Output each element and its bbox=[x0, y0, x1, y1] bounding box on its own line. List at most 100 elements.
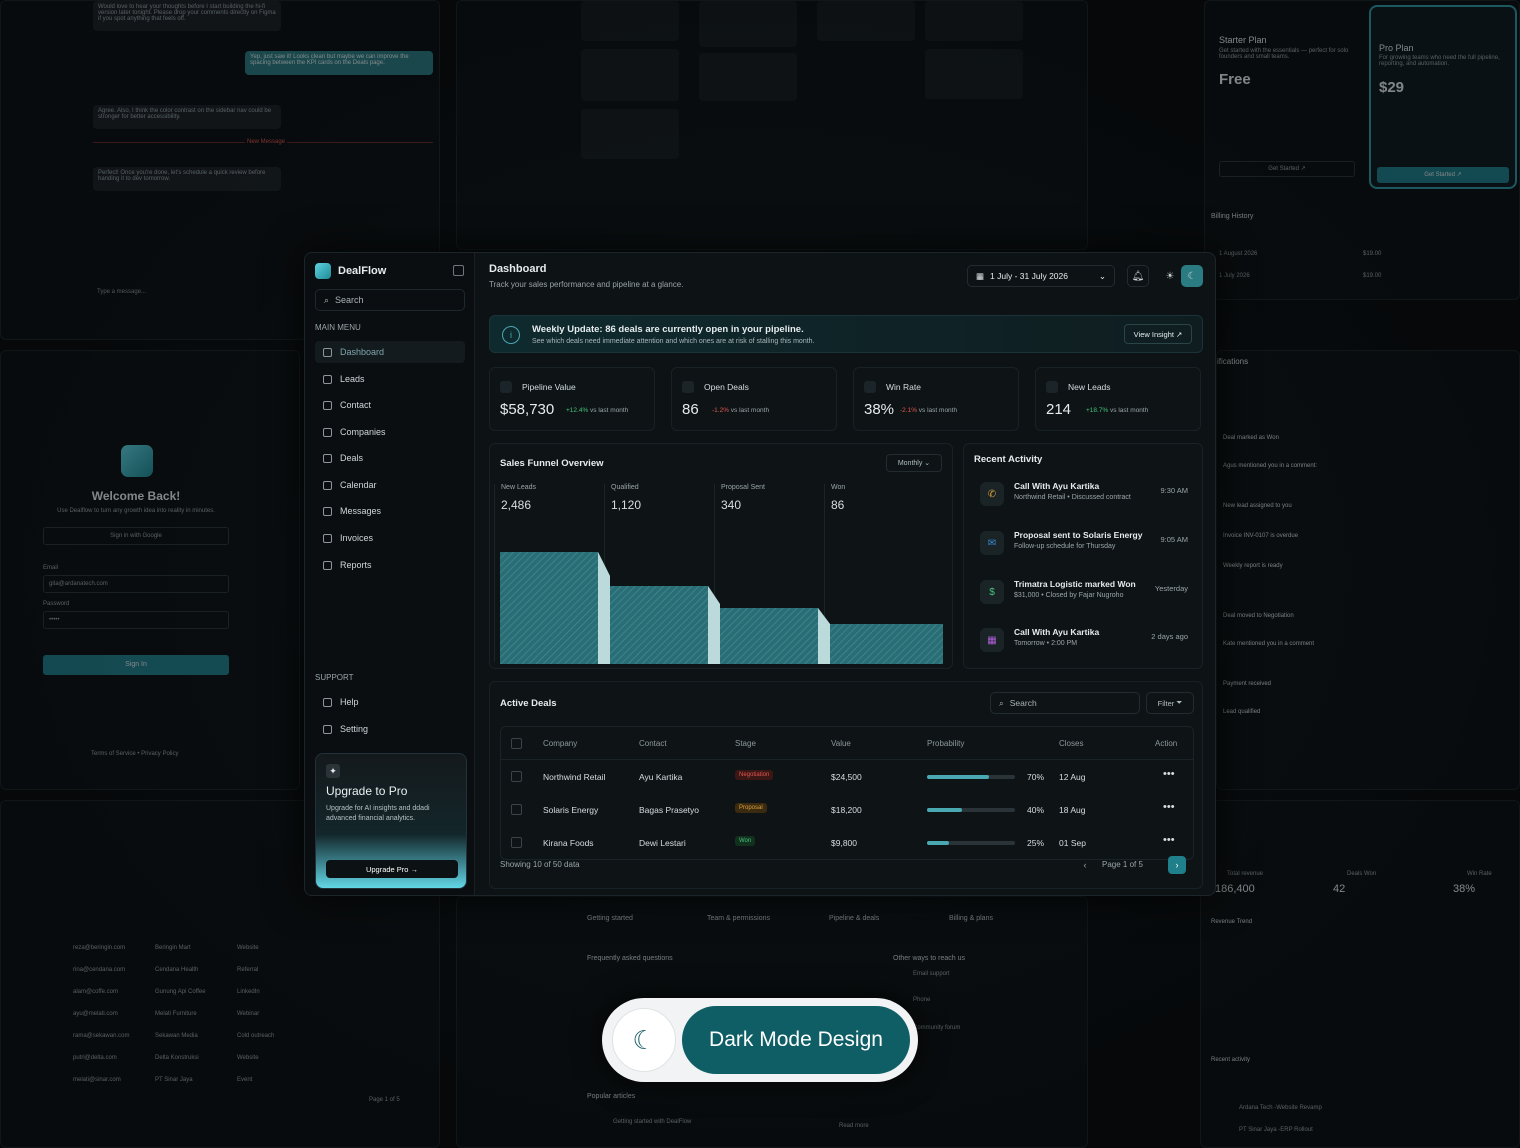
activity-item[interactable]: ✉ Proposal sent to Solaris Energy Follow-… bbox=[974, 525, 1194, 565]
stat-change: +12.4% vs last month bbox=[566, 407, 629, 414]
row-checkbox[interactable] bbox=[511, 837, 522, 848]
sidebar-item-companies[interactable]: Companies bbox=[315, 421, 465, 443]
kanban-card bbox=[699, 53, 797, 101]
sidebar-item-calendar[interactable]: Calendar bbox=[315, 474, 465, 496]
sales-funnel-card: Sales Funnel Overview Monthly ⌄ New Lead… bbox=[489, 443, 953, 669]
login-panel: Welcome Back! Use Dealflow to turn any g… bbox=[0, 350, 300, 790]
notification-item: Deal marked as Won bbox=[1223, 435, 1279, 441]
sparkle-icon: ✦ bbox=[326, 764, 340, 778]
phone-support[interactable]: Phone bbox=[913, 997, 930, 1003]
sidebar-item-dashboard[interactable]: Dashboard bbox=[315, 341, 465, 363]
chat-bubble: Agree. Also, I think the color contrast … bbox=[93, 105, 281, 129]
pro-get-started-button[interactable]: Get Started ↗ bbox=[1377, 167, 1509, 183]
dark-mode-label: Dark Mode Design bbox=[682, 1006, 910, 1074]
starter-get-started-button[interactable]: Get Started ↗ bbox=[1219, 161, 1355, 177]
pro-plan-price: $29 bbox=[1379, 79, 1405, 96]
lead-email: alam@coffe.com bbox=[73, 989, 118, 995]
dark-mode-icon[interactable]: ☾ bbox=[1181, 265, 1203, 287]
message-input[interactable]: Type a message... bbox=[97, 289, 146, 295]
activity-item[interactable]: ✆ Call With Ayu Kartika Northwind Retail … bbox=[974, 476, 1194, 516]
lead-email: rina@cendana.com bbox=[73, 967, 126, 973]
password-field[interactable]: ••••• bbox=[43, 611, 229, 629]
filter-button[interactable]: Filter ⏷ bbox=[1146, 692, 1194, 714]
deals-search-input[interactable]: ⌕ Search bbox=[990, 692, 1140, 714]
prev-page-button[interactable]: ‹ bbox=[1076, 856, 1094, 874]
lead-company: Sekawan Media bbox=[155, 1033, 198, 1039]
email-support[interactable]: Email support bbox=[913, 971, 950, 977]
sidebar-search-input[interactable]: ⌕ Search bbox=[315, 289, 465, 311]
stat-value: 86 bbox=[682, 401, 699, 418]
funnel-bar-proposal bbox=[720, 608, 830, 664]
status-badge: Proposal bbox=[735, 803, 767, 813]
upgrade-pro-button[interactable]: Upgrade Pro → bbox=[326, 860, 458, 878]
billing-price: $19.00 bbox=[1363, 273, 1382, 279]
next-page-button[interactable]: › bbox=[1168, 856, 1186, 874]
weekly-update-banner: i Weekly Update: 86 deals are currently … bbox=[489, 315, 1203, 353]
column-header[interactable]: Company bbox=[543, 739, 577, 748]
pro-plan-title: Pro Plan bbox=[1379, 43, 1414, 53]
kanban-card bbox=[925, 49, 1023, 99]
activity-row: Ardana Tech -Website Revamp bbox=[1239, 1105, 1322, 1111]
date-range-picker[interactable]: ▦ 1 July - 31 July 2026 ⌄ bbox=[967, 265, 1115, 287]
banner-title: Weekly Update: 86 deals are currently op… bbox=[532, 324, 804, 335]
column-header: Action bbox=[1155, 739, 1178, 748]
leads-icon bbox=[1046, 381, 1058, 393]
column-header[interactable]: Probability bbox=[927, 739, 964, 748]
light-mode-icon[interactable]: ☀︎ bbox=[1159, 265, 1181, 287]
signin-button[interactable]: Sign In bbox=[43, 655, 229, 675]
active-deals-card: Active Deals ⌕ Search Filter ⏷ Company Co… bbox=[489, 681, 1203, 889]
read-more-link[interactable]: Read more bbox=[839, 1123, 869, 1129]
notification-bell-icon[interactable]: 🔔︎ bbox=[1127, 265, 1149, 287]
row-checkbox[interactable] bbox=[511, 804, 522, 815]
messages-icon bbox=[323, 506, 332, 516]
column-header[interactable]: Value bbox=[831, 739, 851, 748]
period-select[interactable]: Monthly ⌄ bbox=[886, 454, 942, 472]
notification-item: Kate mentioned you in a comment bbox=[1223, 641, 1315, 647]
more-icon[interactable]: ••• bbox=[1163, 834, 1175, 846]
sidebar-item-contact[interactable]: Contact bbox=[315, 394, 465, 416]
stat-change: +18.7% vs last month bbox=[1086, 407, 1149, 414]
help-card-title: Team & permissions bbox=[707, 915, 771, 922]
column-header[interactable]: Closes bbox=[1059, 739, 1083, 748]
row-checkbox[interactable] bbox=[511, 771, 522, 782]
column-header[interactable]: Contact bbox=[639, 739, 667, 748]
deals-icon bbox=[323, 453, 332, 463]
companies-icon bbox=[323, 427, 332, 437]
column-header[interactable]: Stage bbox=[735, 739, 756, 748]
table-row[interactable]: Northwind Retail Ayu Kartika Negotiation… bbox=[501, 760, 1193, 793]
more-icon[interactable]: ••• bbox=[1163, 768, 1175, 780]
sidebar-item-reports[interactable]: Reports bbox=[315, 554, 465, 576]
lead-company: PT Sinar Jaya bbox=[155, 1077, 193, 1083]
google-signin-button[interactable]: Sign in with Google bbox=[43, 527, 229, 545]
sidebar-item-setting[interactable]: Setting bbox=[315, 718, 465, 740]
billing-price: $19.00 bbox=[1363, 251, 1382, 257]
total-revenue-value: 186,400 bbox=[1215, 883, 1255, 895]
table-row[interactable]: Kirana Foods Dewi Lestari Won $9,800 25%… bbox=[501, 826, 1193, 859]
stat-card-pipeline: Pipeline Value $58,730 +12.4% vs last mo… bbox=[489, 367, 655, 431]
sidebar-item-deals[interactable]: Deals bbox=[315, 447, 465, 469]
status-badge: Won bbox=[735, 836, 756, 846]
faq-title: Frequently asked questions bbox=[587, 955, 673, 962]
table-row[interactable]: Solaris Energy Bagas Prasetyo Proposal $… bbox=[501, 793, 1193, 826]
sidebar-item-help[interactable]: Help bbox=[315, 691, 465, 713]
article-title[interactable]: Getting started with DealFlow bbox=[613, 1119, 691, 1125]
page-indicator: Page 1 of 5 bbox=[1102, 860, 1143, 869]
select-all-checkbox[interactable] bbox=[511, 738, 522, 749]
community-forum[interactable]: Community forum bbox=[913, 1025, 960, 1031]
activity-item[interactable]: ▦ Call With Ayu Kartika Tomorrow • 2:00 P… bbox=[974, 622, 1194, 662]
upgrade-title: Upgrade to Pro bbox=[326, 784, 408, 798]
support-label: SUPPORT bbox=[315, 673, 354, 682]
collapse-sidebar-icon[interactable] bbox=[453, 265, 464, 276]
stat-value: 38% bbox=[864, 401, 895, 418]
email-field[interactable]: gita@ardanatech.com bbox=[43, 575, 229, 593]
calendar-icon: ▦ bbox=[980, 628, 1004, 652]
brand[interactable]: DealFlow bbox=[315, 263, 386, 279]
sidebar-item-invoices[interactable]: Invoices bbox=[315, 527, 465, 549]
sidebar-item-leads[interactable]: Leads bbox=[315, 368, 465, 390]
stat-change: -1.2% vs last month bbox=[712, 407, 770, 414]
sidebar-item-messages[interactable]: Messages bbox=[315, 500, 465, 522]
more-icon[interactable]: ••• bbox=[1163, 801, 1175, 813]
dashboard-window: DealFlow ⌕ Search MAIN MENU Dashboard Lea… bbox=[304, 252, 1216, 896]
activity-item[interactable]: $ Trimatra Logistic marked Won $31,000 • … bbox=[974, 574, 1194, 614]
view-insight-button[interactable]: View Insight ↗ bbox=[1124, 324, 1192, 344]
